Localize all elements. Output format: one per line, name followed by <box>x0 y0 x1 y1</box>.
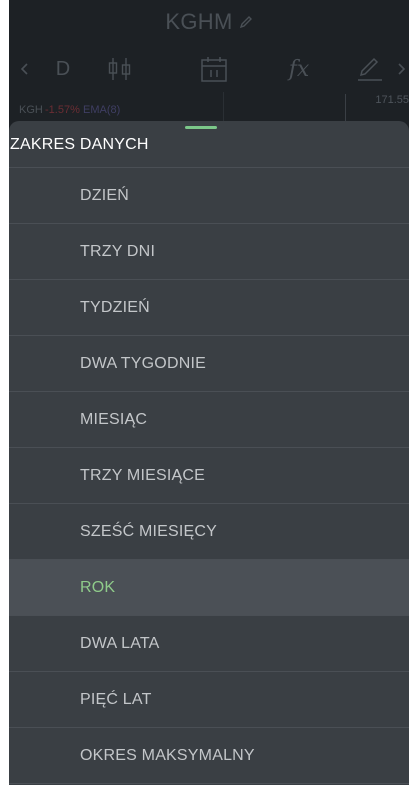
chevron-right-icon[interactable] <box>395 54 409 84</box>
period-button[interactable]: D <box>51 54 75 84</box>
range-options-list: DZIEŃ TRZY DNI TYDZIEŃ DWA TYGODNIE MIES… <box>9 168 409 784</box>
crosshair-line <box>345 94 346 122</box>
range-option-max[interactable]: OKRES MAKSYMALNY <box>9 728 409 784</box>
draw-icon[interactable] <box>354 54 386 84</box>
grid-line <box>223 92 224 124</box>
app-frame: KGHM D fx KGH -1.57% EMA(8) 171.55 ZAKRE… <box>9 0 409 785</box>
candlestick-icon[interactable] <box>105 54 135 84</box>
range-option-month[interactable]: MIESIĄC <box>9 392 409 448</box>
calendar-icon[interactable] <box>199 54 229 84</box>
title-bar: KGHM <box>9 0 409 44</box>
range-option-five-years[interactable]: PIĘĆ LAT <box>9 672 409 728</box>
chevron-left-icon[interactable] <box>17 54 31 84</box>
change-label: -1.57% <box>45 104 80 116</box>
chart-legend-strip: KGH -1.57% EMA(8) 171.55 <box>9 92 409 124</box>
range-option-two-weeks[interactable]: DWA TYGODNIE <box>9 336 409 392</box>
sheet-title: ZAKRES DANYCH <box>9 121 409 168</box>
pencil-icon[interactable] <box>239 15 253 29</box>
function-icon[interactable]: fx <box>279 54 319 84</box>
chart-toolbar: D fx <box>9 48 409 92</box>
instrument-title[interactable]: KGHM <box>165 9 232 35</box>
indicator-label: EMA(8) <box>83 104 121 116</box>
range-option-day[interactable]: DZIEŃ <box>9 168 409 224</box>
range-option-three-months[interactable]: TRZY MIESIĄCE <box>9 448 409 504</box>
range-option-three-days[interactable]: TRZY DNI <box>9 224 409 280</box>
ticker-label: KGH <box>19 104 43 116</box>
range-option-two-years[interactable]: DWA LATA <box>9 616 409 672</box>
price-label: 171.55 <box>375 94 409 106</box>
range-option-year[interactable]: ROK <box>9 560 409 616</box>
range-option-six-months[interactable]: SZEŚĆ MIESIĘCY <box>9 504 409 560</box>
data-range-sheet: ZAKRES DANYCH DZIEŃ TRZY DNI TYDZIEŃ DWA… <box>9 121 409 785</box>
range-option-week[interactable]: TYDZIEŃ <box>9 280 409 336</box>
